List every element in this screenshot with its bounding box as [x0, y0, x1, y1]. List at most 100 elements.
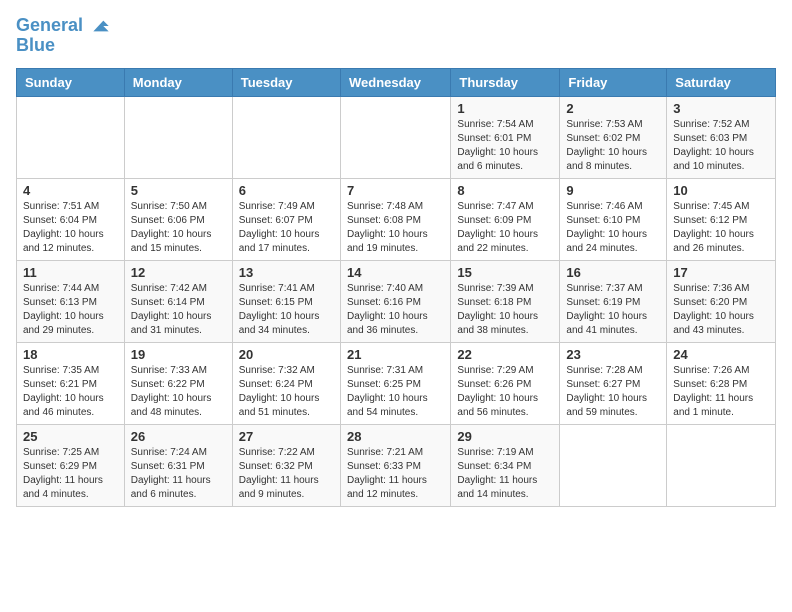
day-info: Sunrise: 7:25 AM Sunset: 6:29 PM Dayligh… [23, 446, 118, 502]
calendar-cell: 19Sunrise: 7:33 AM Sunset: 6:22 PM Dayli… [124, 343, 232, 425]
day-info: Sunrise: 7:40 AM Sunset: 6:16 PM Dayligh… [347, 282, 444, 338]
calendar-cell [124, 97, 232, 179]
calendar-cell [560, 425, 667, 507]
calendar-cell: 25 Sunrise: 7:25 AM Sunset: 6:29 PM Dayli… [17, 425, 125, 507]
day-number: 6 [239, 183, 334, 198]
day-info: Sunrise: 7:28 AM Sunset: 6:27 PM Dayligh… [566, 364, 660, 420]
calendar-cell: 18 Sunrise: 7:35 AM Sunset: 6:21 PM Dayli… [17, 343, 125, 425]
calendar-cell: 17 Sunrise: 7:36 AM Sunset: 6:20 PM Dayli… [667, 261, 776, 343]
day-info: Sunrise: 7:32 AM Sunset: 6:24 PM Dayligh… [239, 364, 334, 420]
logo: General Blue [16, 16, 110, 56]
day-number: 24 [673, 347, 769, 362]
week-row-4: 25 Sunrise: 7:25 AM Sunset: 6:29 PM Dayli… [17, 425, 776, 507]
day-number: 11 [23, 265, 118, 280]
calendar-cell: 3 Sunrise: 7:52 AM Sunset: 6:03 PM Daylig… [667, 97, 776, 179]
day-info: Sunrise: 7:53 AM Sunset: 6:02 PM Dayligh… [566, 118, 660, 174]
day-info: Sunrise: 7:51 AM Sunset: 6:04 PM Dayligh… [23, 200, 118, 256]
day-info: Sunrise: 7:49 AM Sunset: 6:07 PM Dayligh… [239, 200, 334, 256]
day-info: Sunrise: 7:41 AM Sunset: 6:15 PM Dayligh… [239, 282, 334, 338]
day-info: Sunrise: 7:19 AM Sunset: 6:34 PM Dayligh… [457, 446, 553, 502]
day-info: Sunrise: 7:52 AM Sunset: 6:03 PM Dayligh… [673, 118, 769, 174]
day-number: 27 [239, 429, 334, 444]
calendar-cell: 23 Sunrise: 7:28 AM Sunset: 6:27 PM Dayli… [560, 343, 667, 425]
day-number: 16 [566, 265, 660, 280]
calendar-cell: 8 Sunrise: 7:47 AM Sunset: 6:09 PM Daylig… [451, 179, 560, 261]
day-number: 25 [23, 429, 118, 444]
day-number: 8 [457, 183, 553, 198]
calendar-header-row: SundayMondayTuesdayWednesdayThursdayFrid… [17, 69, 776, 97]
day-number: 29 [457, 429, 553, 444]
calendar-cell: 24 Sunrise: 7:26 AM Sunset: 6:28 PM Dayli… [667, 343, 776, 425]
day-number: 17 [673, 265, 769, 280]
calendar-cell: 21 Sunrise: 7:31 AM Sunset: 6:25 PM Dayli… [340, 343, 450, 425]
calendar-cell: 20Sunrise: 7:32 AM Sunset: 6:24 PM Dayli… [232, 343, 340, 425]
day-info: Sunrise: 7:48 AM Sunset: 6:08 PM Dayligh… [347, 200, 444, 256]
column-header-tuesday: Tuesday [232, 69, 340, 97]
day-number: 7 [347, 183, 444, 198]
day-number: 26 [131, 429, 226, 444]
calendar-cell: 9Sunrise: 7:46 AM Sunset: 6:10 PM Daylig… [560, 179, 667, 261]
logo-text: General Blue [16, 16, 110, 56]
calendar-cell: 15 Sunrise: 7:39 AM Sunset: 6:18 PM Dayli… [451, 261, 560, 343]
calendar-cell [667, 425, 776, 507]
day-number: 14 [347, 265, 444, 280]
week-row-3: 18 Sunrise: 7:35 AM Sunset: 6:21 PM Dayli… [17, 343, 776, 425]
day-number: 15 [457, 265, 553, 280]
day-number: 13 [239, 265, 334, 280]
column-header-wednesday: Wednesday [340, 69, 450, 97]
day-number: 4 [23, 183, 118, 198]
day-number: 12 [131, 265, 226, 280]
column-header-thursday: Thursday [451, 69, 560, 97]
day-number: 2 [566, 101, 660, 116]
day-number: 3 [673, 101, 769, 116]
week-row-0: 1 Sunrise: 7:54 AM Sunset: 6:01 PM Daylig… [17, 97, 776, 179]
day-number: 1 [457, 101, 553, 116]
column-header-sunday: Sunday [17, 69, 125, 97]
calendar-cell: 11 Sunrise: 7:44 AM Sunset: 6:13 PM Dayli… [17, 261, 125, 343]
day-info: Sunrise: 7:44 AM Sunset: 6:13 PM Dayligh… [23, 282, 118, 338]
calendar-cell: 26 Sunrise: 7:24 AM Sunset: 6:31 PM Dayli… [124, 425, 232, 507]
day-info: Sunrise: 7:50 AM Sunset: 6:06 PM Dayligh… [131, 200, 226, 256]
calendar-cell: 16 Sunrise: 7:37 AM Sunset: 6:19 PM Dayli… [560, 261, 667, 343]
day-info: Sunrise: 7:24 AM Sunset: 6:31 PM Dayligh… [131, 446, 226, 502]
calendar-cell: 7 Sunrise: 7:48 AM Sunset: 6:08 PM Daylig… [340, 179, 450, 261]
logo-blue: Blue [16, 35, 55, 55]
day-number: 10 [673, 183, 769, 198]
page-header: General Blue [16, 16, 776, 56]
day-number: 21 [347, 347, 444, 362]
day-info: Sunrise: 7:22 AM Sunset: 6:32 PM Dayligh… [239, 446, 334, 502]
calendar-cell: 22 Sunrise: 7:29 AM Sunset: 6:26 PM Dayli… [451, 343, 560, 425]
day-info: Sunrise: 7:33 AM Sunset: 6:22 PM Dayligh… [131, 364, 226, 420]
day-info: Sunrise: 7:47 AM Sunset: 6:09 PM Dayligh… [457, 200, 553, 256]
day-number: 9 [566, 183, 660, 198]
day-info: Sunrise: 7:45 AM Sunset: 6:12 PM Dayligh… [673, 200, 769, 256]
day-info: Sunrise: 7:42 AM Sunset: 6:14 PM Dayligh… [131, 282, 226, 338]
day-info: Sunrise: 7:21 AM Sunset: 6:33 PM Dayligh… [347, 446, 444, 502]
day-number: 22 [457, 347, 553, 362]
calendar-cell: 2 Sunrise: 7:53 AM Sunset: 6:02 PM Daylig… [560, 97, 667, 179]
day-info: Sunrise: 7:36 AM Sunset: 6:20 PM Dayligh… [673, 282, 769, 338]
day-info: Sunrise: 7:39 AM Sunset: 6:18 PM Dayligh… [457, 282, 553, 338]
day-number: 23 [566, 347, 660, 362]
calendar-cell: 5 Sunrise: 7:50 AM Sunset: 6:06 PM Daylig… [124, 179, 232, 261]
calendar-cell: 13 Sunrise: 7:41 AM Sunset: 6:15 PM Dayli… [232, 261, 340, 343]
logo-icon [90, 16, 110, 36]
day-info: Sunrise: 7:35 AM Sunset: 6:21 PM Dayligh… [23, 364, 118, 420]
day-number: 18 [23, 347, 118, 362]
column-header-monday: Monday [124, 69, 232, 97]
calendar-cell: 4 Sunrise: 7:51 AM Sunset: 6:04 PM Daylig… [17, 179, 125, 261]
calendar-cell [17, 97, 125, 179]
logo-general: General [16, 15, 83, 35]
day-info: Sunrise: 7:29 AM Sunset: 6:26 PM Dayligh… [457, 364, 553, 420]
calendar-cell: 12 Sunrise: 7:42 AM Sunset: 6:14 PM Dayli… [124, 261, 232, 343]
day-info: Sunrise: 7:31 AM Sunset: 6:25 PM Dayligh… [347, 364, 444, 420]
day-number: 28 [347, 429, 444, 444]
day-number: 5 [131, 183, 226, 198]
calendar-table: SundayMondayTuesdayWednesdayThursdayFrid… [16, 68, 776, 507]
day-info: Sunrise: 7:37 AM Sunset: 6:19 PM Dayligh… [566, 282, 660, 338]
day-info: Sunrise: 7:26 AM Sunset: 6:28 PM Dayligh… [673, 364, 769, 420]
calendar-cell [232, 97, 340, 179]
day-info: Sunrise: 7:54 AM Sunset: 6:01 PM Dayligh… [457, 118, 553, 174]
calendar-cell: 27 Sunrise: 7:22 AM Sunset: 6:32 PM Dayli… [232, 425, 340, 507]
week-row-2: 11 Sunrise: 7:44 AM Sunset: 6:13 PM Dayli… [17, 261, 776, 343]
